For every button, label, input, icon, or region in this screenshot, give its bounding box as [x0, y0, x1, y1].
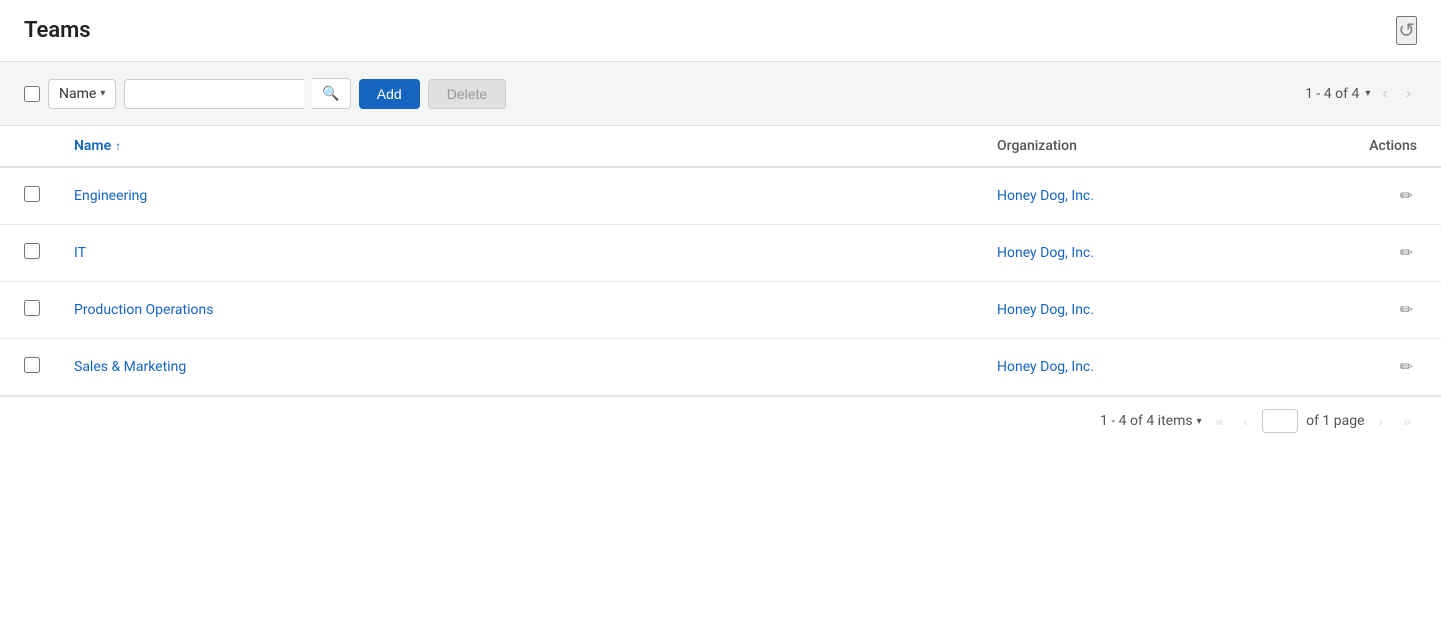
prev-page-button[interactable]: ‹: [1237, 409, 1254, 433]
col-header-name[interactable]: Name ↑: [74, 138, 997, 154]
table-row: Engineering Honey Dog, Inc. ✏: [0, 168, 1441, 225]
page-number-input[interactable]: 1: [1262, 409, 1298, 433]
table-row: IT Honey Dog, Inc. ✏: [0, 225, 1441, 282]
pagination-chevron-icon: ▾: [1365, 88, 1370, 99]
row-name-production-operations[interactable]: Production Operations: [74, 302, 997, 318]
row-name-sales-marketing[interactable]: Sales & Marketing: [74, 359, 997, 375]
footer-range-chevron: ▾: [1197, 416, 1202, 427]
row-checkbox-sales-marketing[interactable]: [24, 357, 40, 373]
next-page-button[interactable]: ›: [1373, 409, 1390, 433]
add-button[interactable]: Add: [359, 79, 420, 109]
edit-icon: ✏: [1400, 302, 1413, 319]
row-checkbox-it[interactable]: [24, 243, 40, 259]
row-org-it: Honey Dog, Inc.: [997, 245, 1297, 261]
row-org-production-operations: Honey Dog, Inc.: [997, 302, 1297, 318]
last-page-icon: »: [1403, 413, 1411, 429]
col-header-organization: Organization: [997, 138, 1297, 154]
row-org-engineering: Honey Dog, Inc.: [997, 188, 1297, 204]
footer-range: 1 - 4 of 4 items ▾: [1100, 413, 1202, 429]
pagination-range: 1 - 4 of 4: [1305, 86, 1359, 102]
row-org-sales-marketing: Honey Dog, Inc.: [997, 359, 1297, 375]
row-checkbox-production-operations[interactable]: [24, 300, 40, 316]
col-header-actions: Actions: [1297, 138, 1417, 154]
page-header: Teams ↺: [0, 0, 1441, 62]
prev-page-button-top[interactable]: ‹: [1376, 81, 1393, 107]
edit-icon: ✏: [1400, 359, 1413, 376]
edit-button-sales-marketing[interactable]: ✏: [1396, 353, 1417, 381]
footer-range-text: 1 - 4 of 4 items: [1100, 413, 1193, 429]
delete-button[interactable]: Delete: [428, 79, 506, 109]
edit-icon: ✏: [1400, 245, 1413, 262]
filter-dropdown[interactable]: Name ▾: [48, 79, 116, 109]
toolbar: Name ▾ 🔍 Add Delete 1 - 4 of 4 ▾ ‹ ›: [24, 78, 1417, 109]
of-page-text: of 1 page: [1306, 413, 1364, 429]
prev-icon: ‹: [1382, 85, 1387, 102]
edit-button-production-operations[interactable]: ✏: [1396, 296, 1417, 324]
select-all-checkbox[interactable]: [24, 86, 40, 102]
row-name-it[interactable]: IT: [74, 245, 997, 261]
first-page-button[interactable]: «: [1210, 409, 1230, 433]
teams-table: Name ↑ Organization Actions Engineering …: [0, 126, 1441, 396]
table-row: Production Operations Honey Dog, Inc. ✏: [0, 282, 1441, 339]
next-page-icon: ›: [1379, 413, 1384, 429]
prev-page-icon: ‹: [1243, 413, 1248, 429]
row-checkbox-engineering[interactable]: [24, 186, 40, 202]
history-button[interactable]: ↺: [1396, 16, 1417, 45]
page-title: Teams: [24, 18, 91, 43]
edit-icon: ✏: [1400, 188, 1413, 205]
sort-arrow-icon: ↑: [115, 139, 121, 153]
history-icon: ↺: [1398, 20, 1415, 42]
next-icon: ›: [1406, 85, 1411, 102]
table-header: Name ↑ Organization Actions: [0, 126, 1441, 168]
next-page-button-top[interactable]: ›: [1400, 81, 1417, 107]
last-page-button[interactable]: »: [1397, 409, 1417, 433]
search-icon: 🔍: [322, 85, 339, 101]
pagination-top: 1 - 4 of 4 ▾ ‹ ›: [1305, 81, 1417, 107]
row-name-engineering[interactable]: Engineering: [74, 188, 997, 204]
chevron-down-icon: ▾: [100, 88, 105, 99]
toolbar-area: Name ▾ 🔍 Add Delete 1 - 4 of 4 ▾ ‹ ›: [0, 62, 1441, 126]
table-row: Sales & Marketing Honey Dog, Inc. ✏: [0, 339, 1441, 396]
table-footer: 1 - 4 of 4 items ▾ « ‹ 1 of 1 page › »: [0, 396, 1441, 445]
filter-label: Name: [59, 86, 96, 102]
edit-button-engineering[interactable]: ✏: [1396, 182, 1417, 210]
search-button[interactable]: 🔍: [312, 78, 350, 109]
first-page-icon: «: [1216, 413, 1224, 429]
edit-button-it[interactable]: ✏: [1396, 239, 1417, 267]
search-input[interactable]: [124, 79, 304, 109]
